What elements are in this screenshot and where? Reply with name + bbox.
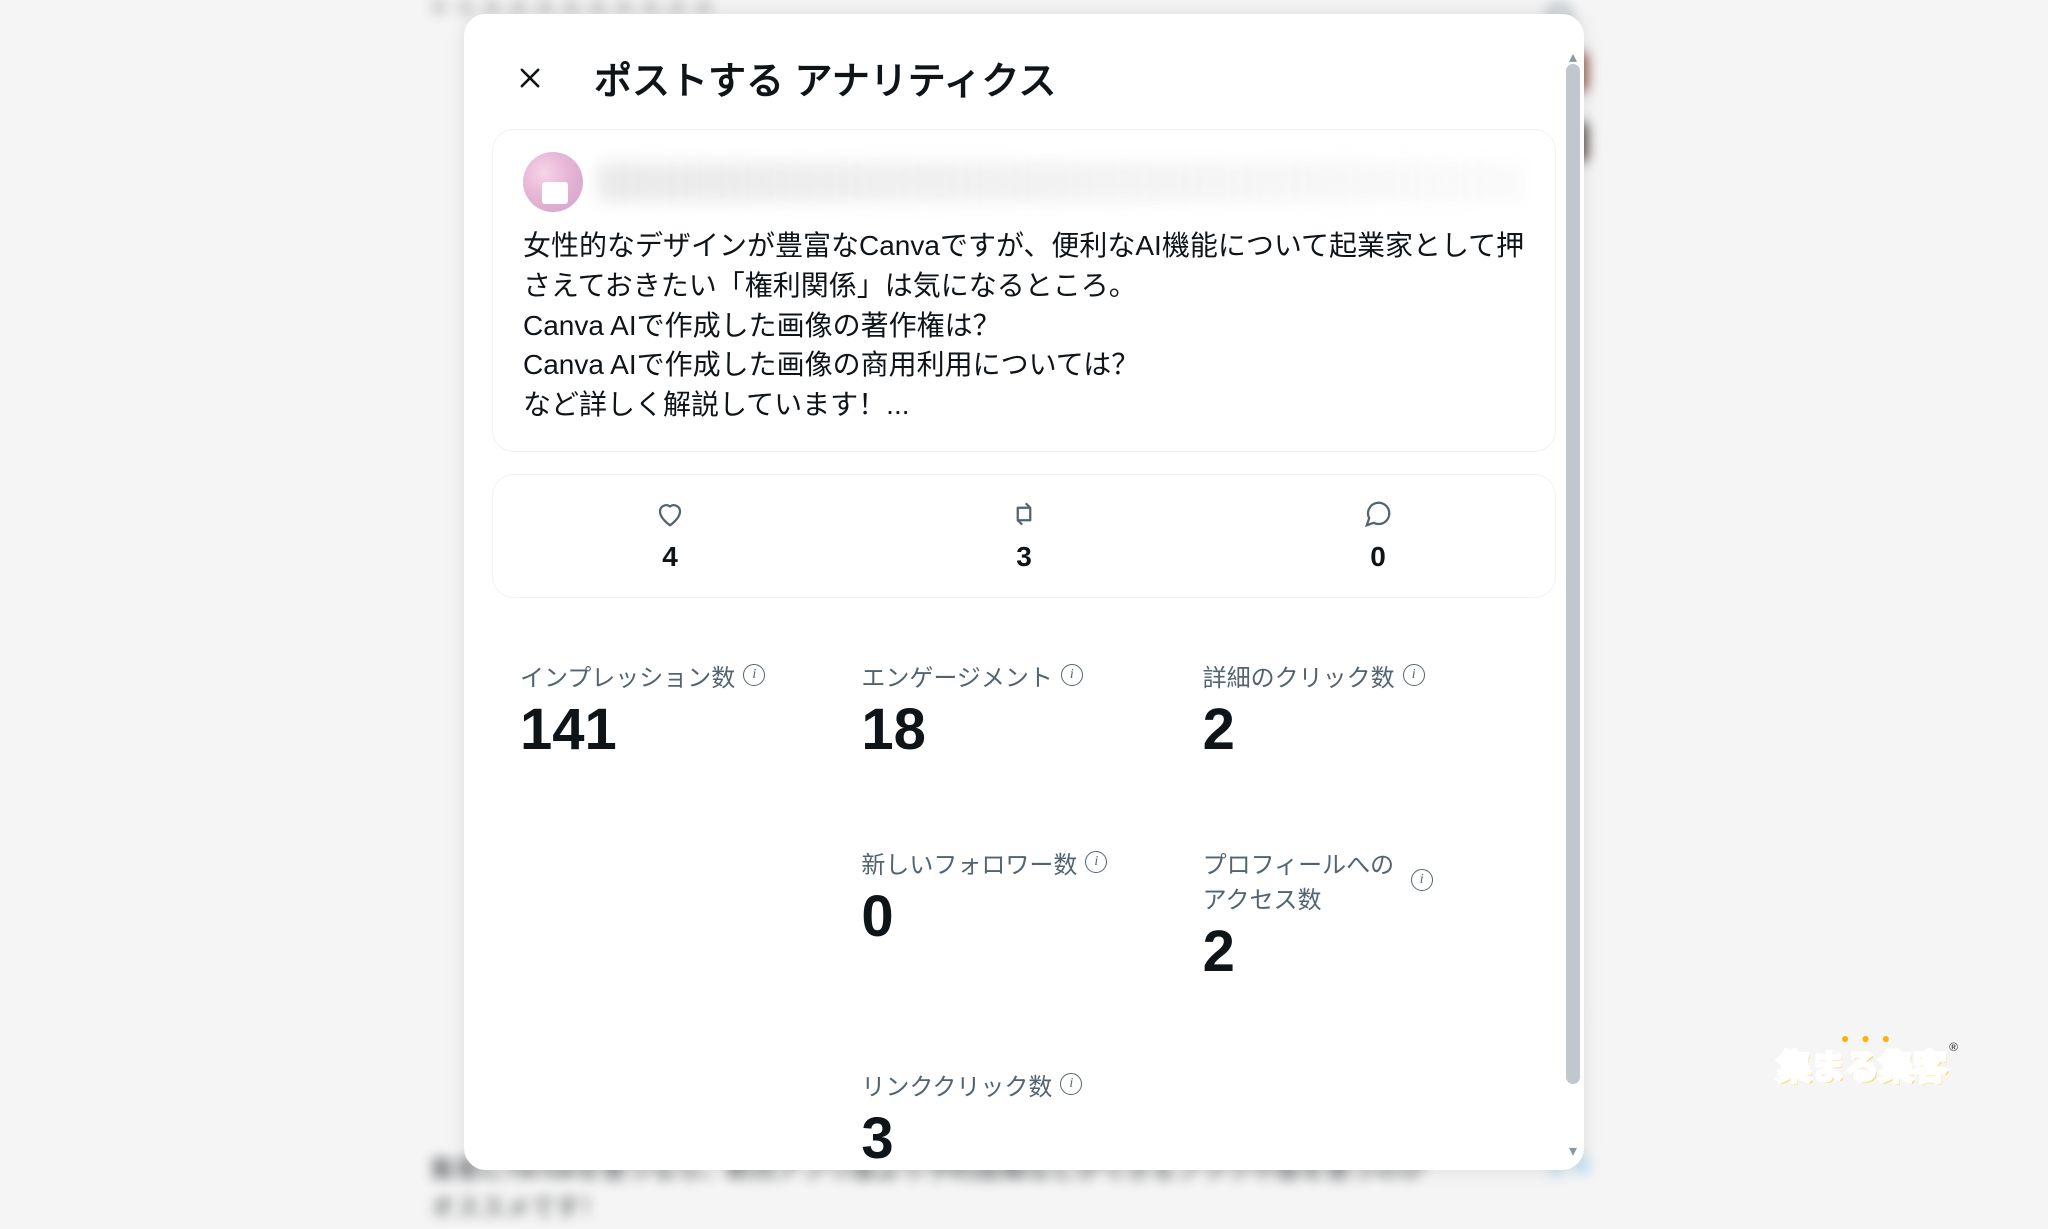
metric-new-followers: 新しいフォロワー数 i 0: [861, 845, 1186, 981]
metric-empty: [520, 845, 845, 981]
post-author-row: [523, 152, 1525, 212]
likes-count: 4: [662, 541, 678, 573]
scroll-down-arrow[interactable]: ▾: [1566, 1144, 1580, 1158]
retweet-icon: [1009, 499, 1039, 529]
analytics-modal: ▴ ▾ ポストする アナリティクス 女性的なデザインが豊富なCanvaですが、便…: [464, 14, 1584, 1170]
info-icon[interactable]: i: [1061, 664, 1083, 686]
info-icon[interactable]: i: [1403, 664, 1425, 686]
metric-value: 141: [520, 701, 845, 759]
metric-label: 新しいフォロワー数: [861, 845, 1077, 880]
close-button[interactable]: [508, 56, 552, 100]
engagement-bar: 4 3 0: [492, 474, 1556, 598]
metric-profile-visits: プロフィールへのアクセス数 i 2: [1203, 845, 1528, 981]
metric-detail-clicks: 詳細のクリック数 i 2: [1203, 658, 1528, 759]
metric-label: エンゲージメント: [861, 658, 1053, 693]
metric-value: 2: [1203, 923, 1528, 981]
close-icon: [516, 64, 544, 92]
metric-value: 3: [861, 1110, 1186, 1168]
post-card[interactable]: 女性的なデザインが豊富なCanvaですが、便利なAI機能について起業家として押さ…: [492, 129, 1556, 452]
metric-empty: [1203, 1067, 1528, 1168]
info-icon[interactable]: i: [1411, 869, 1433, 891]
avatar[interactable]: [523, 152, 583, 212]
metric-label: 詳細のクリック数: [1203, 658, 1395, 693]
metric-value: 0: [861, 888, 1186, 946]
metric-label: インプレッション数: [520, 658, 735, 693]
metric-empty: [520, 1067, 845, 1168]
metric-value: 18: [861, 701, 1186, 759]
watermark-logo: ● ● ● 集まる集客®: [1777, 1030, 1958, 1089]
metric-engagements: エンゲージメント i 18: [861, 658, 1186, 759]
retweets-count: 3: [1016, 541, 1032, 573]
author-name-redacted: [597, 162, 1525, 202]
heart-icon: [655, 499, 685, 529]
scroll-up-arrow[interactable]: ▴: [1566, 50, 1580, 64]
info-icon[interactable]: i: [1060, 1073, 1082, 1095]
watermark-text: 集まる集客: [1777, 1049, 1947, 1087]
modal-title: ポストする アナリティクス: [594, 50, 1056, 105]
replies-count: 0: [1370, 541, 1386, 573]
modal-body: 女性的なデザインが豊富なCanvaですが、便利なAI機能について起業家として押さ…: [464, 129, 1584, 1168]
modal-header: ポストする アナリティクス: [464, 14, 1584, 129]
registered-mark: ®: [1949, 1040, 1958, 1054]
metric-link-clicks: リンククリック数 i 3: [861, 1067, 1186, 1168]
metrics-grid: インプレッション数 i 141 エンゲージメント i 18 詳細のクリック数: [492, 658, 1556, 1168]
reply-icon: [1363, 499, 1393, 529]
likes-stat[interactable]: 4: [493, 499, 847, 573]
info-icon[interactable]: i: [1085, 851, 1107, 873]
metric-value: 2: [1203, 701, 1528, 759]
scrollbar-thumb[interactable]: [1566, 64, 1580, 1084]
metric-label: リンククリック数: [861, 1067, 1052, 1102]
watermark-dots: ● ● ●: [1777, 1030, 1958, 1046]
replies-stat[interactable]: 0: [1201, 499, 1555, 573]
retweets-stat[interactable]: 3: [847, 499, 1201, 573]
info-icon[interactable]: i: [743, 664, 765, 686]
metric-label: プロフィールへのアクセス数: [1203, 845, 1403, 915]
metric-impressions: インプレッション数 i 141: [520, 658, 845, 759]
post-text: 女性的なデザインが豊富なCanvaですが、便利なAI機能について起業家として押さ…: [523, 226, 1525, 425]
